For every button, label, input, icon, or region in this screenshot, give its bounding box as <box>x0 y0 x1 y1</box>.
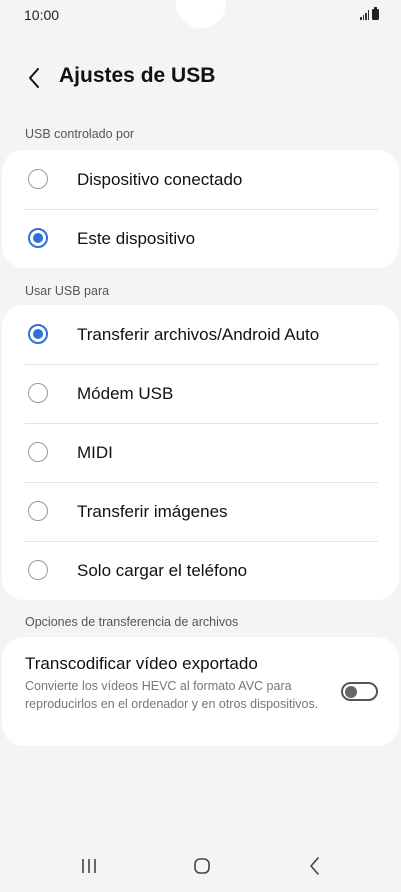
camera-notch <box>176 0 226 28</box>
status-bar: 10:00 <box>0 0 401 30</box>
section-label-usb-controlled-by: USB controlado por <box>25 127 135 141</box>
radio-button-checked[interactable] <box>28 228 48 248</box>
battery-icon <box>372 7 379 20</box>
option-label: Solo cargar el teléfono <box>77 560 248 580</box>
setting-title: Transcodificar vídeo exportado <box>25 654 258 673</box>
radio-button[interactable] <box>28 560 48 580</box>
option-charge-only[interactable]: Solo cargar el teléfono <box>2 541 399 600</box>
section-label-file-transfer-options: Opciones de transferencia de archivos <box>25 615 239 629</box>
option-label: Este dispositivo <box>77 228 196 248</box>
radio-button[interactable] <box>28 501 48 521</box>
recent-apps-icon <box>82 859 96 873</box>
section-label-use-usb-for: Usar USB para <box>25 284 110 298</box>
navigation-bar <box>0 840 401 892</box>
radio-button[interactable] <box>28 169 48 189</box>
radio-button[interactable] <box>28 442 48 462</box>
toggle-knob <box>345 685 357 698</box>
option-label: Transferir archivos/Android Auto <box>77 324 320 344</box>
home-button[interactable] <box>187 852 217 880</box>
option-label: MIDI <box>77 442 113 462</box>
option-file-transfer[interactable]: Transferir archivos/Android Auto <box>2 305 399 364</box>
home-icon <box>194 858 210 874</box>
option-label: Dispositivo conectado <box>77 169 243 189</box>
back-nav-button[interactable] <box>300 852 330 880</box>
radio-button[interactable] <box>28 383 48 403</box>
option-transfer-images[interactable]: Transferir imágenes <box>2 482 399 541</box>
option-connected-device[interactable]: Dispositivo conectado <box>2 150 399 209</box>
back-button[interactable] <box>22 64 46 92</box>
transcode-video-setting[interactable]: Transcodificar vídeo exportado Convierte… <box>2 637 399 746</box>
radio-button-checked[interactable] <box>28 324 48 344</box>
back-nav-icon <box>310 857 319 875</box>
app-header: Ajustes de USB <box>0 60 401 96</box>
option-label: Transferir imágenes <box>77 501 228 521</box>
option-label: Módem USB <box>77 383 174 403</box>
recent-apps-button[interactable] <box>74 852 104 880</box>
usb-controlled-by-card: Dispositivo conectado Este dispositivo <box>2 150 399 268</box>
option-usb-modem[interactable]: Módem USB <box>2 364 399 423</box>
option-this-device[interactable]: Este dispositivo <box>2 209 399 268</box>
transcode-toggle[interactable] <box>341 682 378 701</box>
signal-icon <box>360 10 369 20</box>
use-usb-for-card: Transferir archivos/Android Auto Módem U… <box>2 305 399 600</box>
page-title: Ajustes de USB <box>59 64 216 87</box>
option-midi[interactable]: MIDI <box>2 423 399 482</box>
setting-description: Convierte los vídeos HEVC al formato AVC… <box>25 679 319 711</box>
status-time: 10:00 <box>24 7 60 23</box>
status-icons <box>360 7 379 20</box>
chevron-left-icon <box>29 68 39 88</box>
